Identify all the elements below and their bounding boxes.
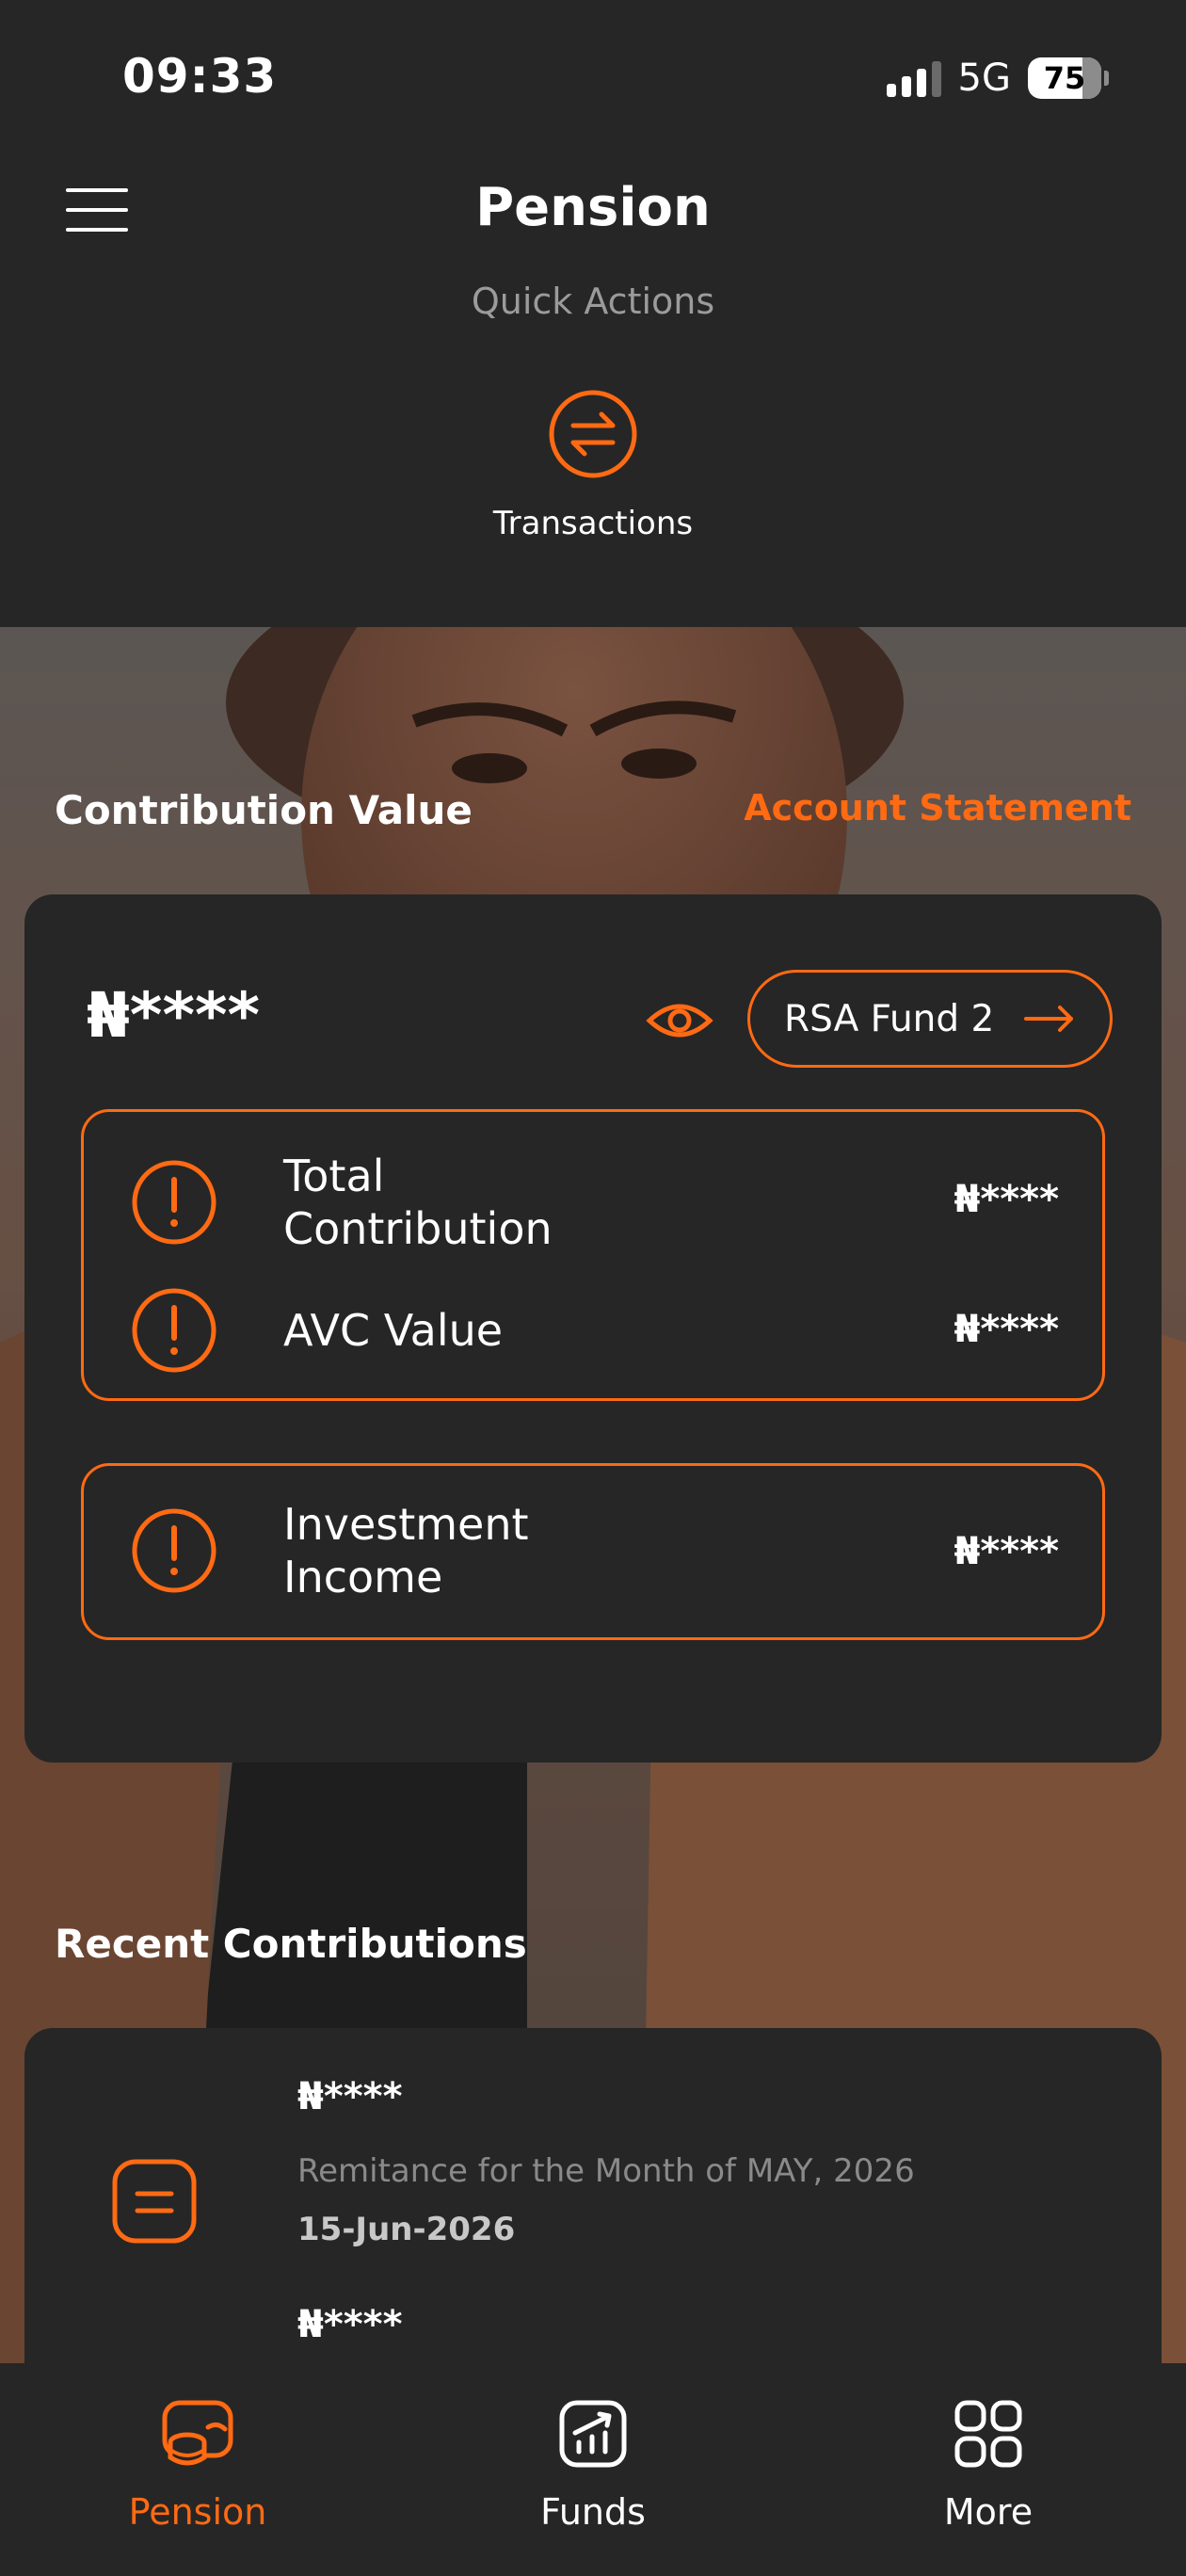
contribution-date: 15-Jun-2026 bbox=[297, 2211, 516, 2248]
arrow-right-icon bbox=[1024, 1006, 1074, 1032]
avc-value-amount: ₦**** bbox=[954, 1308, 1059, 1351]
account-statement-link[interactable]: Account Statement bbox=[744, 787, 1131, 829]
status-time: 09:33 bbox=[122, 49, 278, 104]
contribution-amount: ₦**** bbox=[297, 2075, 403, 2118]
pension-coins-icon bbox=[162, 2400, 233, 2466]
info-alert-icon bbox=[132, 1508, 216, 1593]
rsa-fund-button[interactable]: RSA Fund 2 bbox=[747, 970, 1113, 1068]
avc-value-label: AVC Value bbox=[283, 1305, 504, 1356]
info-alert-icon bbox=[132, 1160, 216, 1245]
nav-more-label: More bbox=[943, 2491, 1034, 2533]
recent-contributions-title: Recent Contributions bbox=[55, 1921, 527, 1967]
contribution-amount: ₦**** bbox=[297, 2303, 403, 2346]
cellular-signal-icon bbox=[886, 59, 941, 97]
page-title: Pension bbox=[475, 177, 711, 238]
quick-actions-label: Quick Actions bbox=[471, 281, 715, 322]
network-type: 5G bbox=[957, 56, 1011, 100]
nav-pension-label: Pension bbox=[128, 2491, 267, 2533]
contribution-balance: ₦**** bbox=[87, 979, 260, 1052]
nav-pension[interactable]: Pension bbox=[56, 2382, 339, 2561]
quick-action-label: Transactions bbox=[492, 505, 694, 542]
battery-level: 75 bbox=[1043, 60, 1086, 96]
investment-income-row[interactable]: Investment Income ₦**** bbox=[84, 1485, 1102, 1617]
battery-icon: 75 bbox=[1028, 57, 1109, 99]
status-indicators: 5G 75 bbox=[886, 55, 1109, 102]
nav-funds[interactable]: Funds bbox=[452, 2382, 734, 2561]
contribution-description: Remitance for the Month of MAY, 2026 bbox=[297, 2152, 915, 2190]
avc-value-row[interactable]: AVC Value ₦**** bbox=[84, 1283, 1102, 1377]
nav-funds-label: Funds bbox=[540, 2491, 646, 2533]
info-alert-icon bbox=[132, 1288, 216, 1373]
total-contribution-row[interactable]: Total Contribution ₦**** bbox=[84, 1140, 1102, 1264]
total-contribution-label: Total Contribution bbox=[283, 1151, 553, 1254]
investment-income-label: Investment Income bbox=[283, 1499, 529, 1602]
investment-income-value: ₦**** bbox=[954, 1530, 1059, 1573]
grid-icon bbox=[954, 2400, 1022, 2468]
contribution-value-title: Contribution Value bbox=[55, 787, 473, 833]
chart-growth-icon bbox=[559, 2400, 627, 2468]
top-header-area: 09:33 5G 75 Pension Quick Actions Transa… bbox=[0, 0, 1186, 627]
investment-income-box: Investment Income ₦**** bbox=[81, 1463, 1105, 1640]
total-contribution-value: ₦**** bbox=[954, 1178, 1059, 1221]
nav-more[interactable]: More bbox=[847, 2382, 1130, 2561]
eye-icon[interactable] bbox=[646, 990, 713, 1051]
transfer-arrows-icon bbox=[549, 390, 637, 478]
quick-action-transactions[interactable]: Transactions bbox=[452, 388, 734, 567]
contribution-breakdown-box: Total Contribution ₦**** AVC Value ₦**** bbox=[81, 1109, 1105, 1401]
bottom-navigation: Pension Funds More bbox=[0, 2363, 1186, 2576]
document-icon bbox=[112, 2159, 197, 2244]
list-item[interactable]: ₦**** Remitance for the Month of MAY, 20… bbox=[24, 2028, 1162, 2254]
rsa-fund-label: RSA Fund 2 bbox=[784, 997, 995, 1040]
